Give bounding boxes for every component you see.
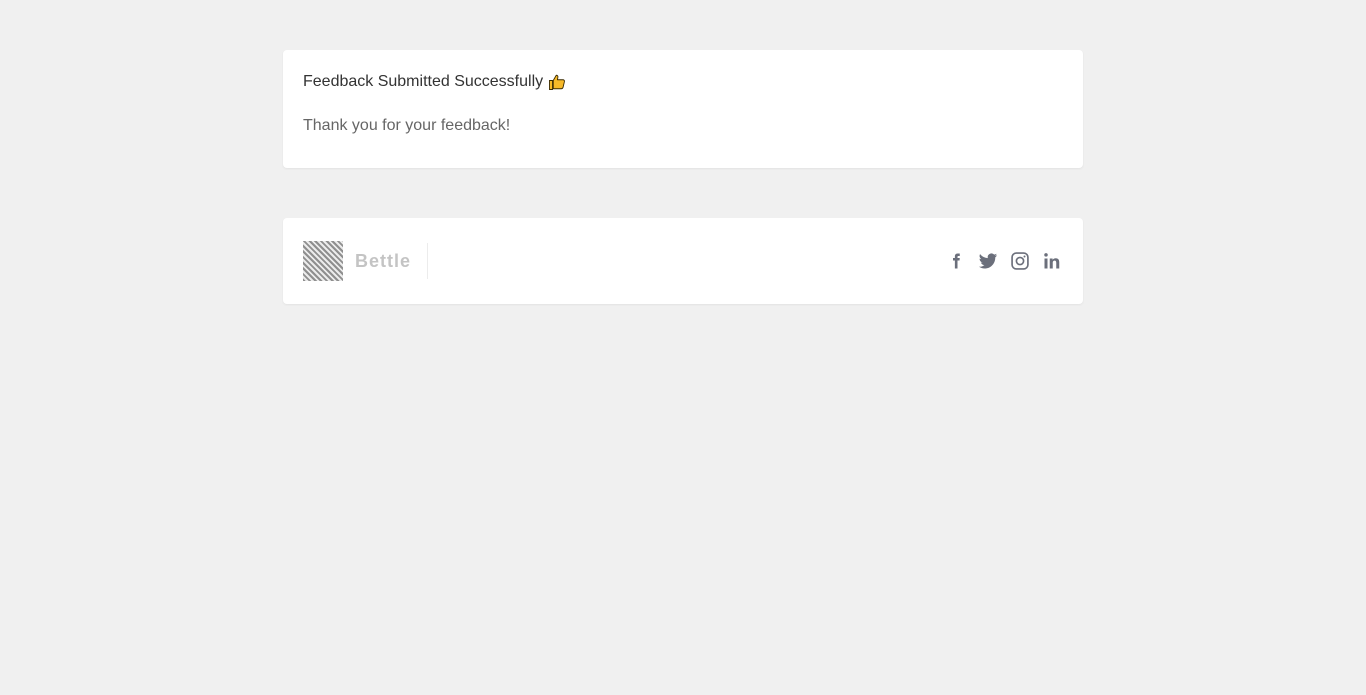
twitter-icon[interactable] — [977, 250, 999, 272]
footer-card: Bettle — [283, 218, 1083, 304]
page-container: Feedback Submitted Successfully Thank yo… — [283, 0, 1083, 304]
brand[interactable]: Bettle — [303, 239, 429, 283]
brand-logo — [303, 241, 343, 281]
linkedin-icon[interactable] — [1041, 250, 1063, 272]
social-links — [945, 250, 1063, 272]
instagram-icon[interactable] — [1009, 250, 1031, 272]
brand-name: Bettle — [355, 243, 429, 279]
facebook-icon[interactable] — [945, 250, 967, 272]
thumbs-up-icon — [548, 73, 566, 91]
success-title-text: Feedback Submitted Successfully — [303, 73, 544, 90]
success-message: Thank you for your feedback! — [303, 117, 511, 134]
feedback-success-card: Feedback Submitted Successfully Thank yo… — [283, 50, 1083, 168]
success-heading: Feedback Submitted Successfully — [303, 72, 1063, 92]
